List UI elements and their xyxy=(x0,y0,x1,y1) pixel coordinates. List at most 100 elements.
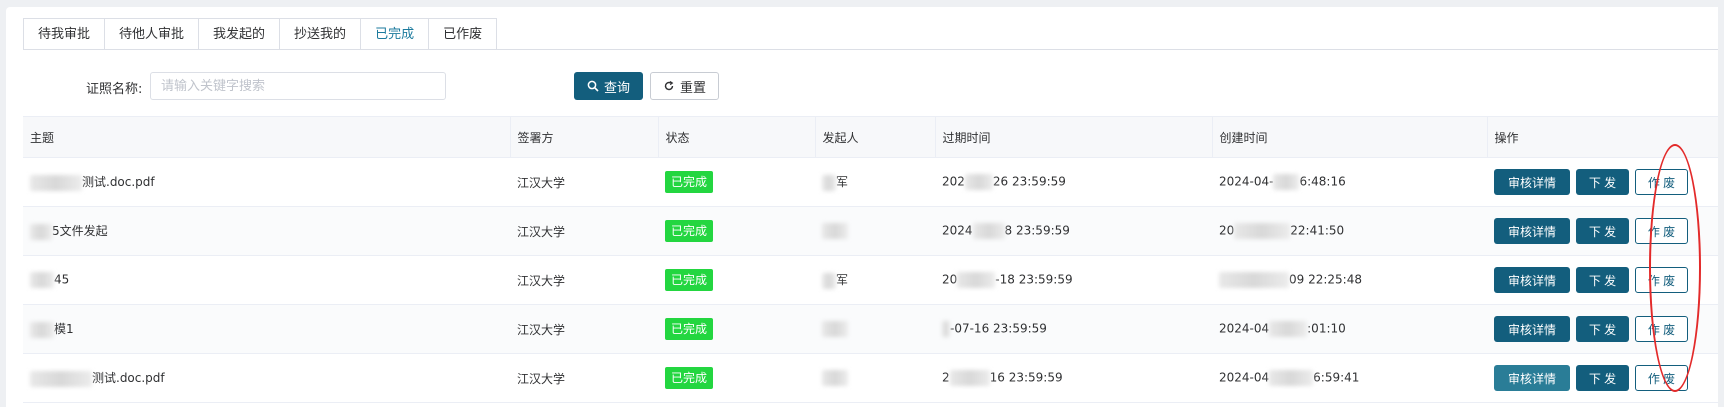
void-button[interactable]: 作 废 xyxy=(1635,218,1688,244)
review-detail-button[interactable]: 审核详情 xyxy=(1494,267,1570,293)
cell-signer: 江汉大学 xyxy=(510,353,658,403)
cell-signer: 江汉大学 xyxy=(510,206,658,256)
send-button[interactable]: 下 发 xyxy=(1576,365,1629,391)
column-header-signer: 签署方 xyxy=(510,116,659,158)
cell-initiator: 军 xyxy=(815,157,935,207)
column-header-status: 状态 xyxy=(658,116,816,158)
expire-text: 16 23:59:59 xyxy=(989,370,1063,385)
tab-completed[interactable]: 已完成 xyxy=(360,18,429,50)
cell-expire-time: 202 26 23:59:59 xyxy=(935,157,1212,207)
review-detail-button[interactable]: 审核详情 xyxy=(1494,365,1570,391)
table-row: 测试.doc.pdf 江汉大学 已完成 2 16 23:59:59 2024-04… xyxy=(23,353,1718,403)
cell-created-time: 20 22:41:50 xyxy=(1212,206,1487,256)
redacted-text xyxy=(1269,321,1308,337)
created-text: 09 22:25:48 xyxy=(1289,272,1362,287)
redacted-text xyxy=(822,370,848,386)
tab-initiated[interactable]: 我发起的 xyxy=(198,18,280,50)
redacted-text xyxy=(1234,223,1291,239)
cell-signer: 江汉大学 xyxy=(510,255,658,305)
cell-status: 已完成 xyxy=(658,255,815,305)
records-table: 主题 签署方 状态 发起人 过期时间 创建时间 操作 测试.doc.pdf 江汉… xyxy=(23,116,1718,403)
column-header-actions: 操作 xyxy=(1487,116,1718,158)
cell-subject: 模1 xyxy=(23,304,510,354)
subject-text: 测试.doc.pdf xyxy=(82,175,155,190)
tab-bar: 待我审批 待他人审批 我发起的 抄送我的 已完成 已作废 xyxy=(23,18,498,50)
review-detail-button[interactable]: 审核详情 xyxy=(1494,316,1570,342)
created-prefix: 20 xyxy=(1219,223,1235,238)
search-input[interactable] xyxy=(150,72,446,100)
refresh-icon xyxy=(664,80,674,91)
void-button[interactable]: 作 废 xyxy=(1635,267,1688,293)
cell-subject: 测试.doc.pdf xyxy=(23,157,510,207)
cell-subject: 测试.doc.pdf xyxy=(23,353,510,403)
review-detail-button[interactable]: 审核详情 xyxy=(1494,169,1570,195)
expire-prefix: 2 xyxy=(942,370,950,385)
search-icon xyxy=(587,80,599,92)
redacted-text xyxy=(942,321,950,337)
cell-actions: 审核详情 下 发 作 废 xyxy=(1487,304,1718,354)
review-detail-button[interactable]: 审核详情 xyxy=(1494,218,1570,244)
created-text: 6:48:16 xyxy=(1299,174,1346,189)
status-badge: 已完成 xyxy=(665,367,714,389)
created-prefix: 2024-04 xyxy=(1219,321,1270,336)
created-text: 22:41:50 xyxy=(1290,223,1345,238)
send-button[interactable]: 下 发 xyxy=(1576,218,1629,244)
redacted-text xyxy=(957,272,996,288)
subject-text: 测试.doc.pdf xyxy=(92,371,165,386)
cell-created-time: 2024-04- 6:48:16 xyxy=(1212,157,1487,207)
column-header-expire-time: 过期时间 xyxy=(935,116,1213,158)
main-card: 待我审批 待他人审批 我发起的 抄送我的 已完成 已作废 证照名称: 查询 重置… xyxy=(6,7,1718,407)
cell-created-time: 2024-04 6:59:41 xyxy=(1212,353,1487,403)
send-button[interactable]: 下 发 xyxy=(1576,267,1629,293)
tab-pending-mine[interactable]: 待我审批 xyxy=(23,18,105,50)
table-row: 5文件发起 江汉大学 已完成 2024 8 23:59:59 20 22:41:50… xyxy=(23,206,1718,256)
cell-expire-time: -07-16 23:59:59 xyxy=(935,304,1212,354)
void-button[interactable]: 作 废 xyxy=(1635,365,1688,391)
query-label: 查询 xyxy=(603,79,630,95)
redacted-text xyxy=(30,321,54,338)
redacted-text xyxy=(964,174,993,190)
status-badge: 已完成 xyxy=(665,269,714,291)
initiator-text: 军 xyxy=(836,175,849,190)
expire-text: 8 23:59:59 xyxy=(1004,223,1070,238)
cell-initiator xyxy=(815,304,935,354)
subject-text: 5文件发起 xyxy=(52,224,108,239)
subject-text: 模1 xyxy=(54,322,74,337)
cell-created-time: 09 22:25:48 xyxy=(1212,255,1487,305)
cell-status: 已完成 xyxy=(658,206,815,256)
tab-pending-others[interactable]: 待他人审批 xyxy=(104,18,199,50)
column-header-created-time: 创建时间 xyxy=(1212,116,1488,158)
status-badge: 已完成 xyxy=(665,220,714,242)
tab-voided[interactable]: 已作废 xyxy=(428,18,498,50)
cell-status: 已完成 xyxy=(658,353,815,403)
cell-initiator xyxy=(815,206,935,256)
created-prefix: 2024-04- xyxy=(1219,174,1274,189)
redacted-text xyxy=(1269,370,1314,386)
send-button[interactable]: 下 发 xyxy=(1576,316,1629,342)
redacted-text xyxy=(1219,272,1289,288)
send-button[interactable]: 下 发 xyxy=(1576,169,1629,195)
status-badge: 已完成 xyxy=(665,171,714,193)
void-button[interactable]: 作 废 xyxy=(1635,316,1688,342)
cell-subject: 5文件发起 xyxy=(23,206,510,256)
expire-prefix: 2024 xyxy=(942,223,973,238)
table-row: 45 江汉大学 已完成 军 20 -18 23:59:59 09 22:25:48… xyxy=(23,255,1718,305)
cell-initiator: 军 xyxy=(815,255,935,305)
created-prefix: 2024-04 xyxy=(1219,370,1270,385)
redacted-text xyxy=(30,223,52,240)
reset-button[interactable]: 重置 xyxy=(650,72,719,100)
expire-prefix: 202 xyxy=(942,174,965,189)
cell-created-time: 2024-04:01:10 xyxy=(1212,304,1487,354)
cell-status: 已完成 xyxy=(658,157,815,207)
tab-cc-me[interactable]: 抄送我的 xyxy=(279,18,361,50)
cell-signer: 江汉大学 xyxy=(510,157,658,207)
cell-actions: 审核详情 下 发 作 废 xyxy=(1487,255,1718,305)
query-button[interactable]: 查询 xyxy=(574,72,643,100)
void-button[interactable]: 作 废 xyxy=(1635,169,1688,195)
search-label: 证照名称: xyxy=(86,82,143,97)
expire-text: -07-16 23:59:59 xyxy=(950,321,1047,336)
cell-status: 已完成 xyxy=(658,304,815,354)
redacted-text xyxy=(30,174,82,191)
initiator-text: 军 xyxy=(836,273,849,288)
redacted-text xyxy=(1273,174,1300,190)
